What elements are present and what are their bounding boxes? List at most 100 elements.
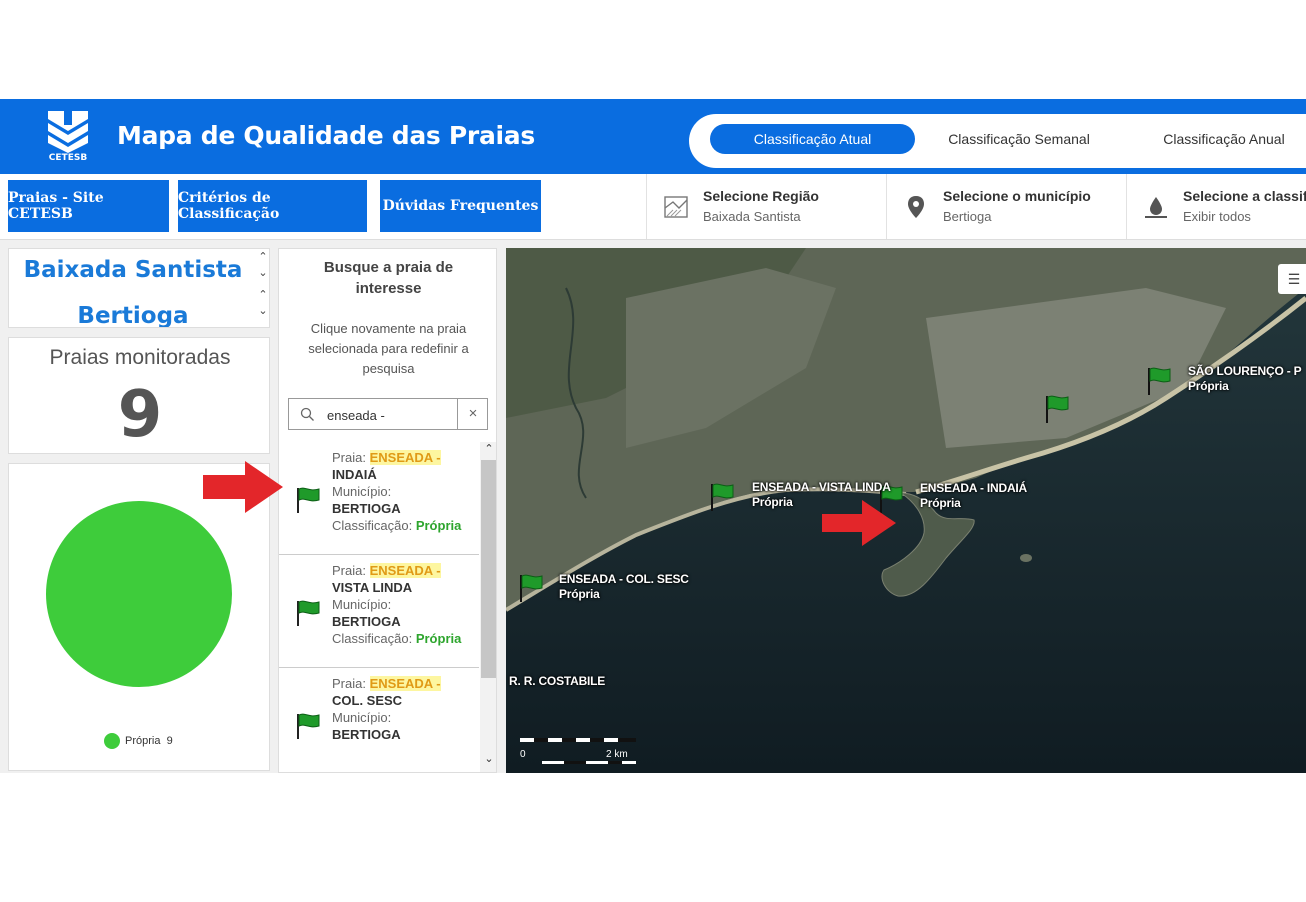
logo-text: CETESB [48, 153, 88, 163]
municipality-selector[interactable]: Selecione o município Bertioga [886, 174, 1126, 239]
municipality-name: Bertioga [77, 303, 189, 328]
map-scale-bar: 0 2 km [520, 736, 638, 766]
green-flag-icon[interactable] [1044, 394, 1070, 424]
beach-name: VISTA LINDA [332, 580, 413, 595]
clear-search-button[interactable]: × [457, 399, 488, 429]
classification-selector-value: Exibir todos [1183, 209, 1251, 224]
header-bar: CETESB Mapa de Qualidade das Praias Clas… [0, 99, 1306, 174]
search-results-list: Praia: ENSEADA - INDAIÁ Município: BERTI… [279, 442, 479, 772]
municipio-label: Município: [332, 710, 392, 725]
results-scrollbar[interactable]: ⌃ ⌄ [480, 442, 496, 772]
result-text: Praia: ENSEADA - VISTA LINDA Município: … [332, 562, 477, 647]
search-box: × [288, 398, 488, 430]
green-flag-icon [297, 600, 320, 626]
tab-classificacao-semanal[interactable]: Classificação Semanal [929, 124, 1109, 154]
map-label-status: Própria [920, 496, 961, 510]
monitored-beaches-count: 9 [117, 378, 163, 452]
praia-label: Praia: [332, 676, 366, 691]
scroll-up-icon[interactable]: ⌃ [480, 442, 496, 455]
map-label-costabile: R. R. COSTABILE [509, 674, 605, 689]
beach-name-highlight: ENSEADA - [369, 563, 441, 578]
search-title: Busque a praia de interesse [323, 259, 454, 297]
legend-label-propria: Própria [125, 735, 161, 747]
result-item[interactable]: Praia: ENSEADA - COL. SESC Município: BE… [279, 668, 479, 772]
chevron-down-icon[interactable]: ⌄ [257, 303, 269, 319]
search-hint: Clique novamente na praia selecionada pa… [308, 321, 469, 376]
app-window: CETESB Mapa de Qualidade das Praias Clas… [0, 99, 1306, 773]
pie-slice-propria[interactable] [46, 501, 232, 687]
municipio-value: BERTIOGA [332, 727, 401, 742]
green-flag-icon[interactable] [709, 482, 735, 512]
green-flag-icon [297, 487, 320, 513]
municipality-scroll-arrows[interactable]: ⌃ ⌄ [257, 287, 269, 319]
praias-site-cetesb-button[interactable]: Praias - Site CETESB [8, 180, 169, 232]
chevron-up-icon[interactable]: ⌃ [257, 287, 269, 303]
water-drop-icon [1145, 197, 1167, 218]
red-arrow-annotation [822, 500, 896, 546]
classificacao-value: Própria [415, 631, 462, 646]
result-item[interactable]: Praia: ENSEADA - VISTA LINDA Município: … [279, 555, 479, 668]
monitored-beaches-label: Praias monitoradas [49, 346, 231, 369]
region-selector-title: Selecione Região [703, 188, 819, 204]
map-label-name: ENSEADA - VISTA LINDA [752, 480, 891, 494]
pie-legend: Própria 9 [104, 733, 173, 749]
result-text: Praia: ENSEADA - COL. SESC Município: BE… [332, 675, 477, 743]
monitored-beaches-panel: Praias monitoradas 9 [8, 337, 270, 454]
map-label-status: Própria [1188, 379, 1229, 393]
map-label-name: R. R. COSTABILE [509, 674, 606, 688]
legend-count-propria: 9 [166, 735, 173, 747]
map-label-name: ENSEADA - COL. SESC [559, 572, 689, 586]
scroll-down-icon[interactable]: ⌄ [480, 752, 496, 765]
chevron-down-icon[interactable]: ⌄ [257, 265, 269, 281]
satellite-map[interactable]: SÃO LOURENÇO - P Própria ENSEADA - VISTA… [506, 248, 1306, 773]
result-text: Praia: ENSEADA - INDAIÁ Município: BERTI… [332, 449, 477, 534]
classification-selector-title: Selecione a classifi [1183, 188, 1306, 204]
page-title: Mapa de Qualidade das Praias [117, 121, 535, 150]
beach-name: INDAIÁ [332, 467, 377, 482]
classificacao-label: Classificação: [332, 631, 413, 646]
classificacao-value: Própria [415, 518, 462, 533]
map-label-sao-lourenco: SÃO LOURENÇO - P Própria [1188, 364, 1302, 394]
classificacao-label: Classificação: [332, 518, 413, 533]
municipality-selector-title: Selecione o município [943, 188, 1091, 204]
search-input[interactable] [327, 405, 452, 425]
classification-selector[interactable]: Selecione a classifi Exibir todos [1126, 174, 1306, 239]
municipio-label: Município: [332, 484, 392, 499]
beach-name: COL. SESC [332, 693, 403, 708]
scale-zero-label: 0 [520, 749, 526, 760]
search-panel: Busque a praia de interesse Clique novam… [278, 248, 497, 773]
scrollbar-thumb[interactable] [481, 460, 496, 678]
duvidas-frequentes-button[interactable]: Dúvidas Frequentes [380, 180, 541, 232]
tab-classificacao-anual[interactable]: Classificação Anual [1149, 124, 1299, 154]
praia-label: Praia: [332, 450, 366, 465]
toolbar: Praias - Site CETESB Critérios de Classi… [0, 174, 1306, 240]
municipio-value: BERTIOGA [332, 614, 401, 629]
red-arrow-annotation [203, 461, 283, 513]
beach-name-highlight: ENSEADA - [369, 450, 441, 465]
region-selector[interactable]: Selecione Região Baixada Santista [646, 174, 886, 239]
criterios-classificacao-button[interactable]: Critérios de Classificação [178, 180, 367, 232]
list-icon[interactable]: ☰ [1278, 264, 1306, 294]
map-label-indaia: ENSEADA - INDAIÁ Própria [920, 481, 1027, 511]
map-label-status: Própria [559, 587, 600, 601]
tab-classificacao-atual[interactable]: Classificação Atual [710, 124, 915, 154]
municipality-selector-value: Bertioga [943, 209, 992, 224]
green-flag-icon[interactable] [518, 573, 544, 603]
search-icon [300, 407, 314, 421]
beach-name-highlight: ENSEADA - [369, 676, 441, 691]
praia-label: Praia: [332, 563, 366, 578]
region-scroll-arrows[interactable]: ⌃ ⌄ [257, 249, 269, 281]
cetesb-logo[interactable]: CETESB [44, 109, 92, 165]
result-item[interactable]: Praia: ENSEADA - INDAIÁ Município: BERTI… [279, 442, 479, 555]
municipio-value: BERTIOGA [332, 501, 401, 516]
green-flag-icon [297, 713, 320, 739]
region-name: Baixada Santista [23, 257, 243, 283]
location-pin-icon [908, 196, 924, 218]
map-label-name: SÃO LOURENÇO - P [1188, 364, 1302, 378]
green-flag-icon[interactable] [1146, 366, 1172, 396]
region-selector-value: Baixada Santista [703, 209, 801, 224]
region-panel: Baixada Santista Bertioga ⌃ ⌄ ⌃ ⌄ [8, 248, 270, 328]
chevron-up-icon[interactable]: ⌃ [257, 249, 269, 265]
map-label-name: ENSEADA - INDAIÁ [920, 481, 1028, 495]
map-imagery [506, 248, 1306, 773]
